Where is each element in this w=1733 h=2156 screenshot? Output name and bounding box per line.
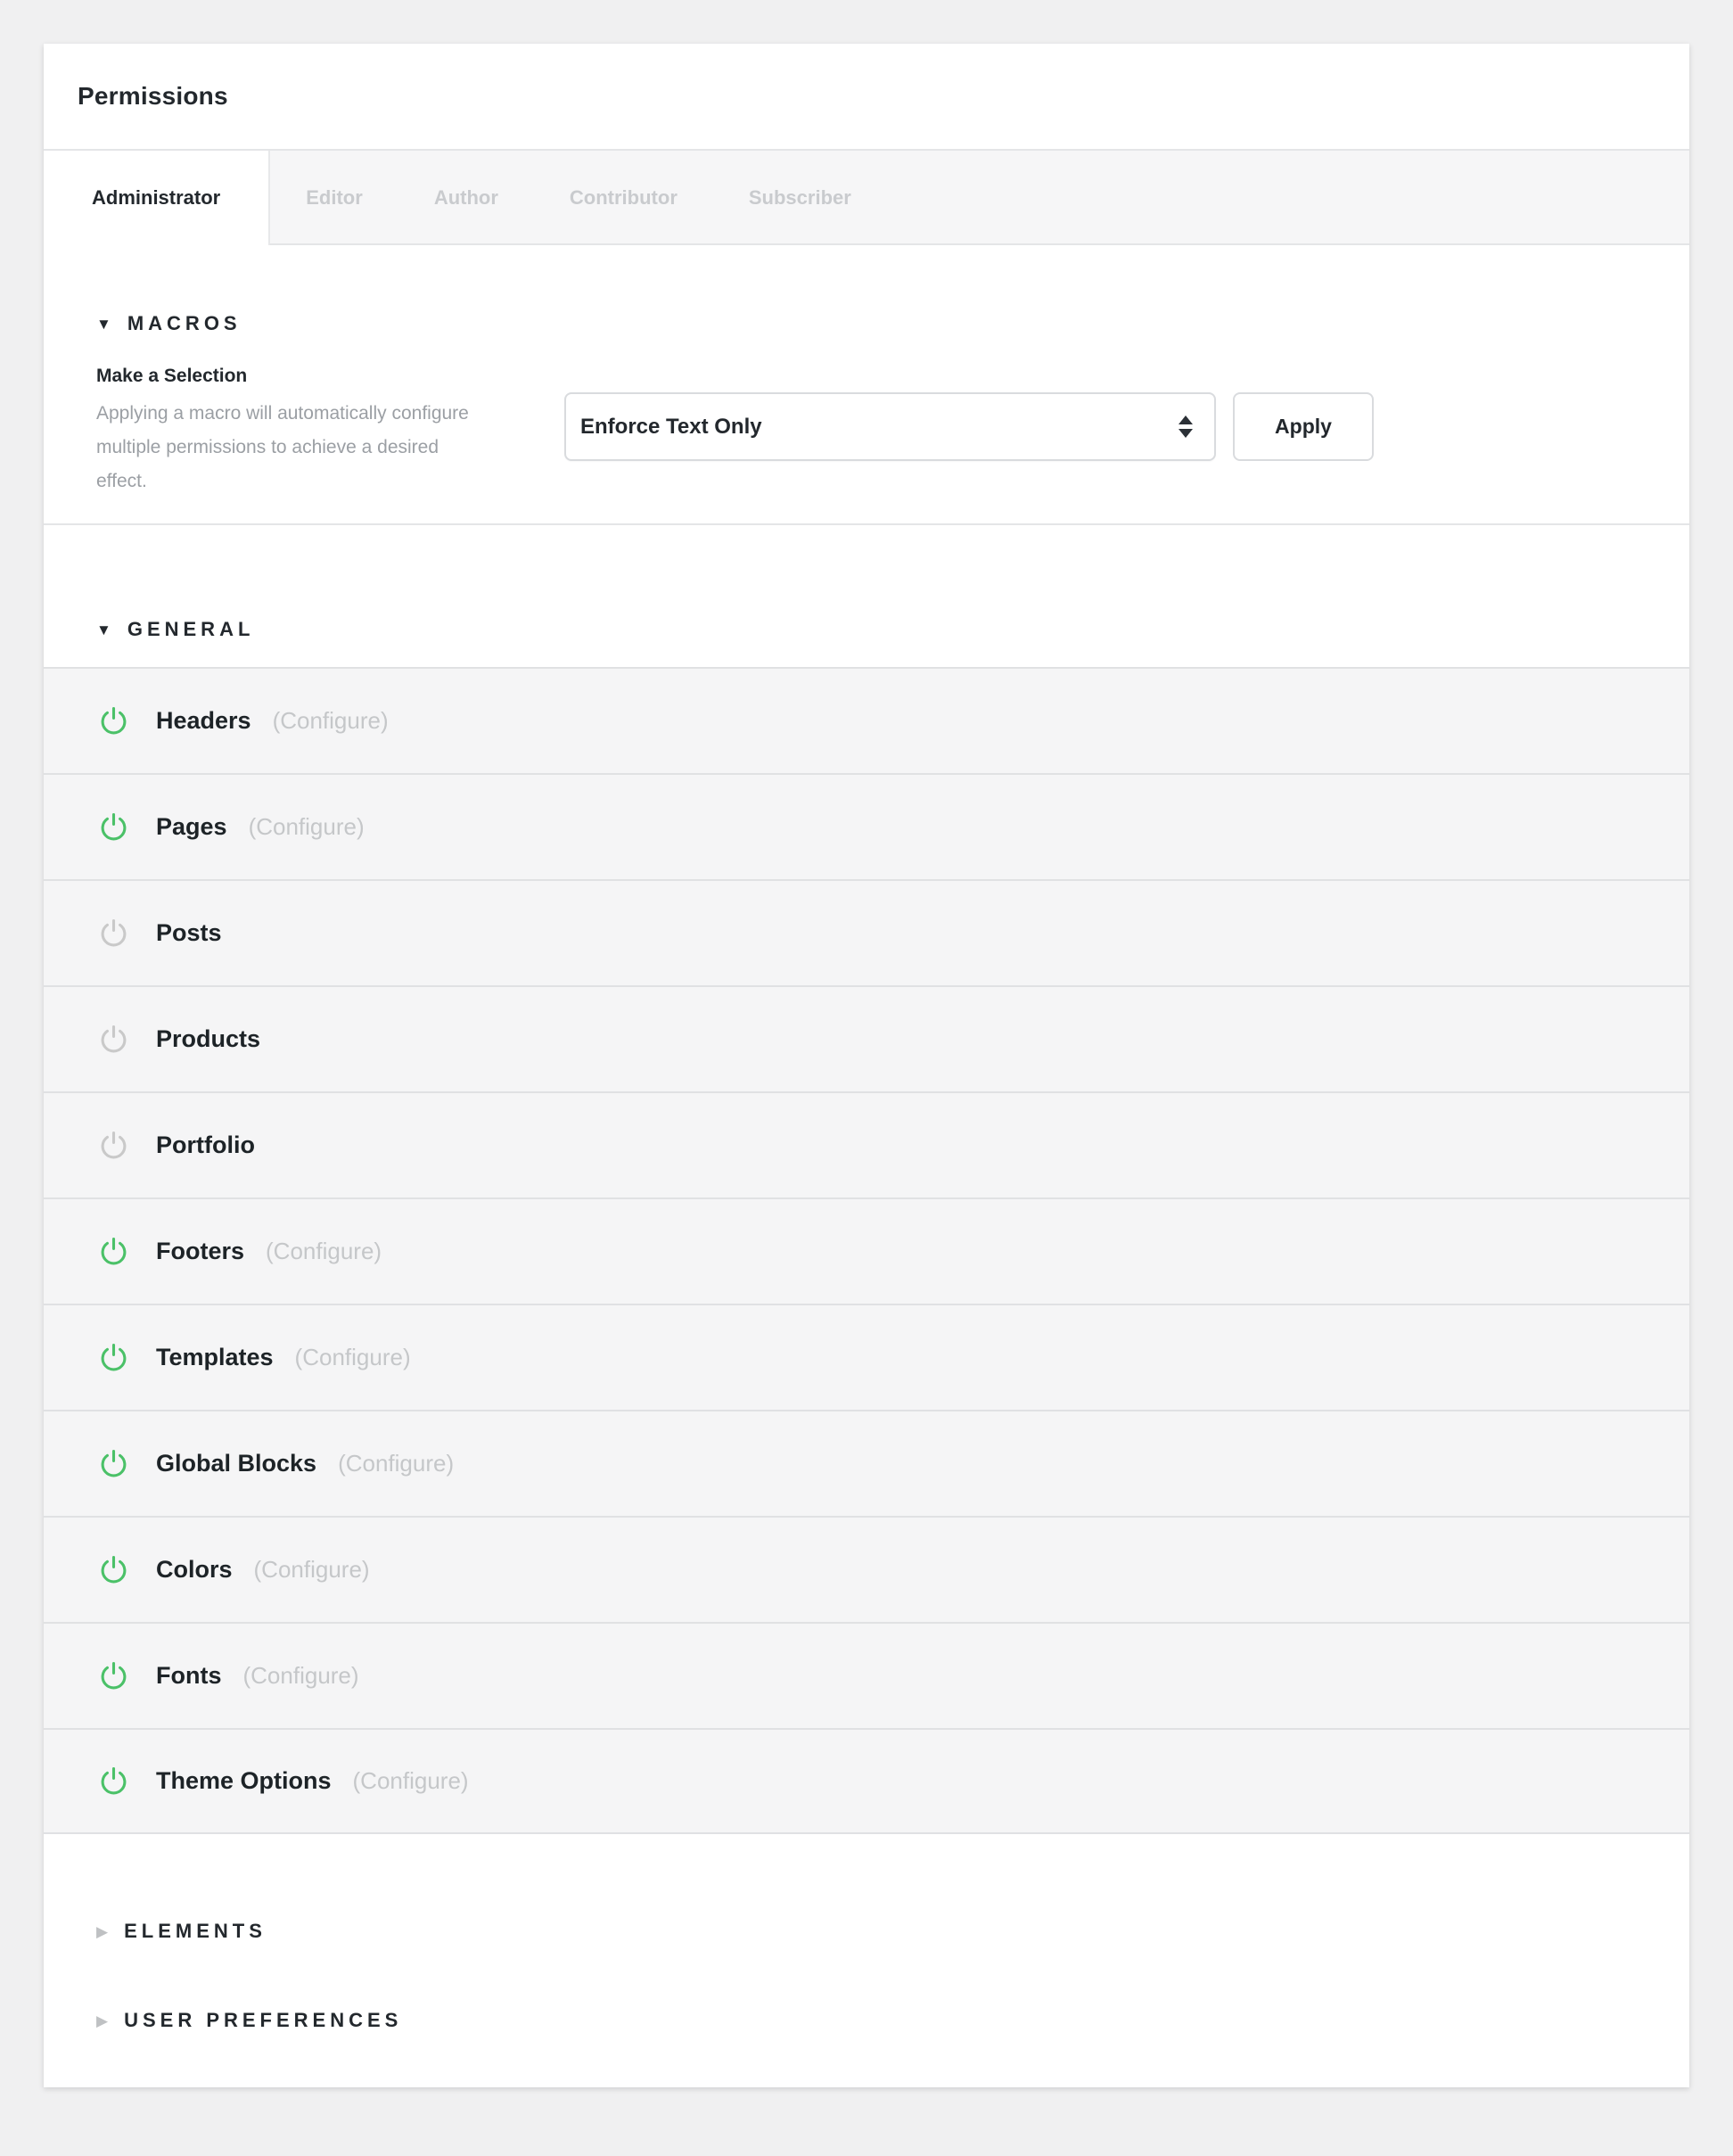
tab-subscriber[interactable]: Subscriber (713, 151, 887, 245)
permission-row-text: Colors (Configure) (156, 1556, 370, 1584)
triangle-right-icon: ▶ (96, 2012, 109, 2029)
permission-row-fonts: Fonts (Configure) (44, 1622, 1689, 1728)
configure-link[interactable]: (Configure) (338, 1450, 454, 1477)
updown-arrows-icon (1179, 416, 1193, 438)
permission-label: Templates (156, 1344, 274, 1370)
user-preferences-section-toggle[interactable]: ▶ USER PREFERENCES (96, 2009, 1637, 2032)
permission-row-text: Templates (Configure) (156, 1344, 411, 1371)
macros-section: ▼ MACROS Make a Selection Applying a mac… (44, 245, 1689, 525)
general-section: ▼ GENERAL Headers (Configure) Pages (Config… (44, 525, 1689, 1834)
tab-author[interactable]: Author (398, 151, 534, 245)
permission-row-templates: Templates (Configure) (44, 1304, 1689, 1410)
permission-row-text: Portfolio (156, 1131, 255, 1159)
tab-content: ▼ MACROS Make a Selection Applying a mac… (44, 245, 1689, 2087)
general-section-title: GENERAL (127, 618, 255, 640)
permission-row-text: Theme Options (Configure) (156, 1767, 469, 1795)
permission-row-text: Global Blocks (Configure) (156, 1450, 454, 1477)
macro-select[interactable]: Enforce Text Only (564, 392, 1216, 461)
arrow-up-icon (1179, 416, 1193, 424)
macro-description-text: Applying a macro will automatically conf… (96, 403, 469, 491)
power-toggle-icon[interactable] (99, 1131, 128, 1160)
permission-label: Fonts (156, 1662, 222, 1689)
power-toggle-icon[interactable] (99, 1555, 128, 1584)
configure-link[interactable]: (Configure) (273, 707, 389, 734)
arrow-down-icon (1179, 429, 1193, 438)
configure-link[interactable]: (Configure) (266, 1238, 382, 1264)
permission-row-text: Posts (156, 919, 222, 947)
permission-row-posts: Posts (44, 879, 1689, 985)
macros-section-toggle[interactable]: ▼ MACROS (96, 312, 1637, 335)
permission-row-text: Pages (Configure) (156, 813, 365, 841)
triangle-down-icon: ▼ (96, 621, 111, 638)
macro-description-column: Make a Selection Applying a macro will a… (96, 365, 471, 498)
permission-label: Footers (156, 1238, 245, 1264)
elements-section-title: ELEMENTS (124, 1920, 267, 1942)
permission-label: Colors (156, 1556, 233, 1583)
power-toggle-icon[interactable] (99, 1661, 128, 1691)
panel-header: Permissions (44, 44, 1689, 151)
elements-section-toggle[interactable]: ▶ ELEMENTS (96, 1920, 1637, 1943)
power-toggle-icon[interactable] (99, 812, 128, 842)
macro-controls: Enforce Text Only Apply (564, 392, 1374, 498)
collapsed-sections: ▶ ELEMENTS ▶ USER PREFERENCES (44, 1834, 1689, 2087)
tab-administrator[interactable]: Administrator (44, 151, 271, 245)
permission-rows: Headers (Configure) Pages (Configure) Posts P… (44, 667, 1689, 1834)
configure-link[interactable]: (Configure) (254, 1556, 370, 1583)
power-toggle-icon[interactable] (99, 1237, 128, 1266)
configure-link[interactable]: (Configure) (249, 813, 365, 840)
permissions-panel: Permissions Administrator Editor Author Con… (44, 44, 1689, 2087)
permission-row-global-blocks: Global Blocks (Configure) (44, 1410, 1689, 1516)
triangle-right-icon: ▶ (96, 1922, 109, 1940)
user-preferences-section-title: USER PREFERENCES (124, 2009, 403, 2031)
general-section-toggle[interactable]: ▼ GENERAL (44, 618, 1689, 641)
permission-row-portfolio: Portfolio (44, 1091, 1689, 1197)
configure-link[interactable]: (Configure) (295, 1344, 411, 1370)
role-tabs: Administrator Editor Author Contributor Subs… (44, 151, 1689, 245)
permission-row-text: Footers (Configure) (156, 1238, 382, 1265)
power-toggle-icon[interactable] (99, 918, 128, 948)
permission-label: Products (156, 1025, 261, 1052)
power-toggle-icon[interactable] (99, 1766, 128, 1796)
permission-row-text: Headers (Configure) (156, 707, 389, 735)
page-title: Permissions (78, 82, 228, 110)
permission-row-theme-options: Theme Options (Configure) (44, 1728, 1689, 1834)
power-toggle-icon[interactable] (99, 1343, 128, 1372)
permission-label: Theme Options (156, 1767, 332, 1794)
permission-label: Pages (156, 813, 227, 840)
permission-label: Headers (156, 707, 251, 734)
macro-body: Make a Selection Applying a macro will a… (96, 365, 1637, 498)
macros-section-title: MACROS (127, 312, 242, 334)
permission-row-text: Fonts (Configure) (156, 1662, 359, 1690)
macro-selection-label: Make a Selection (96, 366, 248, 386)
tab-editor[interactable]: Editor (270, 151, 398, 245)
permission-label: Portfolio (156, 1131, 255, 1158)
macro-select-value: Enforce Text Only (580, 414, 762, 439)
permission-row-text: Products (156, 1025, 260, 1053)
power-toggle-icon[interactable] (99, 1025, 128, 1054)
apply-button[interactable]: Apply (1233, 392, 1374, 461)
tab-contributor[interactable]: Contributor (534, 151, 713, 245)
triangle-down-icon: ▼ (96, 315, 111, 333)
permission-row-headers: Headers (Configure) (44, 667, 1689, 773)
permission-row-products: Products (44, 985, 1689, 1091)
power-toggle-icon[interactable] (99, 706, 128, 736)
permission-row-footers: Footers (Configure) (44, 1197, 1689, 1304)
permission-label: Global Blocks (156, 1450, 317, 1477)
power-toggle-icon[interactable] (99, 1449, 128, 1478)
configure-link[interactable]: (Configure) (243, 1662, 359, 1689)
permission-row-pages: Pages (Configure) (44, 773, 1689, 879)
permission-row-colors: Colors (Configure) (44, 1516, 1689, 1622)
permission-label: Posts (156, 919, 222, 946)
configure-link[interactable]: (Configure) (353, 1767, 469, 1794)
